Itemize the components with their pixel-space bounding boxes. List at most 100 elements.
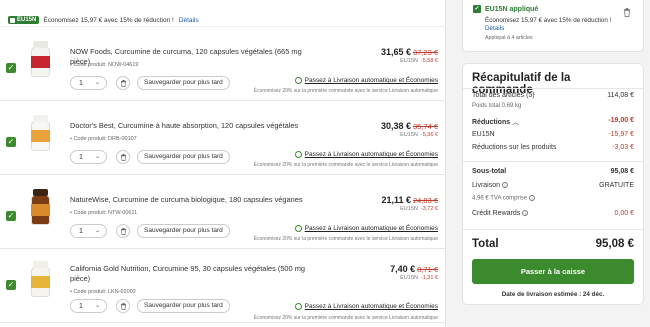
chevron-down-icon: ⌄: [94, 228, 100, 234]
coupon-check-icon: ✓: [473, 5, 481, 13]
cart-item: ✓ NOW Foods, Curcumine de curcuma, 120 ca…: [0, 29, 446, 101]
remove-coupon-icon[interactable]: [623, 8, 631, 17]
delete-item-button[interactable]: [116, 224, 130, 238]
total-row: Total 95,08 €: [472, 238, 634, 250]
product-price: 31,65 €37,23 €: [380, 47, 438, 57]
product-label: [31, 56, 50, 68]
price-discount: EU15N -5,58 €: [400, 58, 438, 64]
trash-icon: [120, 227, 126, 235]
product-cap: [33, 115, 48, 122]
autoship-icon: [294, 77, 302, 84]
subtotal-row: Total des articles (5) 114,08 €: [472, 92, 634, 99]
product-code: • Code produit: LKN-02002: [70, 289, 136, 295]
checkout-button[interactable]: Passer à la caisse: [472, 259, 634, 284]
old-price: 24,83 €: [412, 196, 438, 205]
autoship-note: Économisez 20% sur la première commande …: [253, 236, 438, 242]
price-discount: EU15N -5,36 €: [400, 132, 438, 138]
autoship-icon: [294, 303, 302, 310]
old-price: 8,71 €: [417, 265, 438, 274]
product-label: [31, 204, 50, 216]
select-item-checkbox[interactable]: ✓: [6, 63, 16, 73]
product-cap: [33, 189, 48, 196]
autoship-note: Économisez 20% sur la première commande …: [253, 162, 438, 168]
coupon-applied-note: Appliqué à 4 articles: [485, 35, 533, 41]
order-summary: Récapitulatif de la commande Total des a…: [462, 63, 644, 305]
trash-icon: [120, 79, 126, 87]
product-code: • Code produit: NOW-04619: [70, 62, 139, 68]
save-for-later-button[interactable]: Sauvegarder pour plus tard: [137, 224, 230, 238]
credit-row: Crédit Rewards i 0,00 €: [472, 210, 634, 217]
coupon-details-link[interactable]: Détails: [485, 25, 633, 32]
quantity-select[interactable]: 1 ⌄: [70, 299, 107, 313]
shipping-row: Livraison i GRATUITE: [472, 182, 634, 189]
product-image[interactable]: [26, 115, 54, 153]
autoship-note: Économisez 20% sur la première commande …: [253, 315, 438, 321]
save-for-later-button[interactable]: Sauvegarder pour plus tard: [137, 299, 230, 313]
tag-icon: [10, 17, 15, 23]
chevron-down-icon: ⌄: [94, 80, 100, 86]
divider: [463, 229, 643, 230]
product-image[interactable]: [26, 261, 54, 299]
info-icon[interactable]: i: [529, 195, 536, 201]
coupon-description: Économisez 15,97 € avec 15% de réduction…: [485, 17, 612, 24]
product-title[interactable]: NatureWise, Curcumine de curcuma biologi…: [70, 195, 320, 205]
promo-details-link[interactable]: Détails: [179, 17, 199, 24]
product-image[interactable]: [26, 41, 54, 79]
reductions-row[interactable]: Réductions ︿ -19,00 €: [472, 117, 634, 127]
autoship-link[interactable]: Passez à Livraison automatique et Économ…: [294, 151, 438, 158]
old-price: 35,74 €: [412, 122, 438, 131]
product-price: 21,11 €24,83 €: [381, 195, 438, 205]
product-title[interactable]: Doctor's Best, Curcumine à haute absorpt…: [70, 121, 320, 131]
divider: [463, 161, 643, 162]
divider: [463, 88, 643, 89]
save-for-later-button[interactable]: Sauvegarder pour plus tard: [137, 76, 230, 90]
cart-item: ✓ NatureWise, Curcumine de curcuma biolog…: [0, 177, 446, 249]
product-title[interactable]: California Gold Nutrition, Curcumine 95,…: [70, 264, 320, 284]
product-cap: [33, 41, 48, 48]
autoship-icon: [294, 225, 302, 232]
autoship-link[interactable]: Passez à Livraison automatique et Économ…: [294, 77, 438, 84]
price-discount: EU15N -1,31 €: [400, 275, 438, 281]
product-image[interactable]: [26, 189, 54, 227]
product-code: • Code produit: NTW-00611: [70, 210, 138, 216]
quantity-select[interactable]: 1 ⌄: [70, 76, 107, 90]
cart-panel: EU15N Économisez 15,97 € avec 15% de réd…: [0, 0, 446, 327]
chevron-down-icon: ⌄: [94, 303, 100, 309]
autoship-icon: [294, 151, 302, 158]
info-icon[interactable]: i: [502, 182, 509, 189]
promo-badge: EU15N: [8, 16, 40, 24]
weight-row: Poids total 0,69 kg: [472, 103, 522, 109]
coupon-applied-box: ✓ EU15N appliqué Économisez 15,97 € avec…: [462, 0, 644, 52]
price-discount: EU15N -3,72 €: [400, 206, 438, 212]
select-item-checkbox[interactable]: ✓: [6, 211, 16, 221]
autoship-link[interactable]: Passez à Livraison automatique et Économ…: [294, 225, 438, 232]
save-for-later-button[interactable]: Sauvegarder pour plus tard: [137, 150, 230, 164]
delete-item-button[interactable]: [116, 299, 130, 313]
product-code: • Code produit: DRB-00107: [70, 136, 137, 142]
delete-item-button[interactable]: [116, 150, 130, 164]
quantity-select[interactable]: 1 ⌄: [70, 224, 107, 238]
product-label: [31, 276, 50, 288]
chevron-down-icon: ⌄: [94, 154, 100, 160]
select-item-checkbox[interactable]: ✓: [6, 280, 16, 290]
product-price: 30,38 €35,74 €: [380, 121, 438, 131]
vat-row: 4,96 € TVA comprise i: [472, 195, 634, 202]
promo-bar: EU15N Économisez 15,97 € avec 15% de réd…: [0, 14, 446, 27]
product-reductions-row: Réductions sur les produits -3,03 €: [472, 144, 634, 151]
quantity-select[interactable]: 1 ⌄: [70, 150, 107, 164]
promo-text: Économisez 15,97 € avec 15% de réduction…: [43, 16, 174, 24]
trash-icon: [120, 153, 126, 161]
product-cap: [33, 261, 48, 268]
delivery-estimate: Date de livraison estimée : 24 déc.: [501, 291, 605, 298]
delete-item-button[interactable]: [116, 76, 130, 90]
select-item-checkbox[interactable]: ✓: [6, 137, 16, 147]
autoship-note: Économisez 20% sur la première commande …: [253, 88, 438, 94]
product-label: [31, 130, 50, 142]
sous-total-row: Sous-total 95,08 €: [472, 168, 634, 175]
old-price: 37,23 €: [412, 48, 438, 57]
autoship-link[interactable]: Passez à Livraison automatique et Économ…: [294, 303, 438, 310]
cart-item: ✓ Doctor's Best, Curcumine à haute absorp…: [0, 103, 446, 175]
cart-item: ✓ California Gold Nutrition, Curcumine 95…: [0, 251, 446, 323]
coupon-code: EU15N appliqué: [485, 5, 539, 13]
info-icon[interactable]: i: [522, 210, 529, 217]
